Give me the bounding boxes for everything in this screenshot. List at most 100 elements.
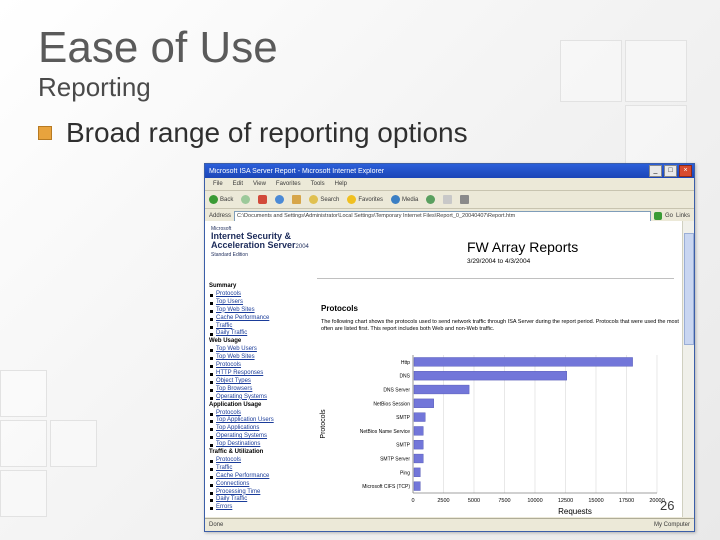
chart-x-tick-label: 0 (411, 498, 414, 504)
report-date: 3/29/2004 to 4/3/2004 (467, 258, 531, 265)
page-number: 26 (660, 498, 675, 513)
nav-section-title: Summary (209, 283, 237, 289)
nav-link[interactable]: Traffic (209, 465, 309, 473)
close-icon[interactable]: × (679, 165, 692, 177)
nav-link[interactable]: Errors (209, 504, 309, 512)
bullet-square-icon (38, 126, 52, 140)
menu-file[interactable]: File (213, 181, 223, 187)
mail-icon (443, 195, 453, 204)
protocols-bar-chart: 0 2500 5000 7500 10000 12500 15000 17500 20000Ht… (320, 355, 665, 516)
media-button[interactable]: Media (391, 195, 418, 204)
logo-line2-row: Acceleration Server2004 (211, 241, 309, 252)
nav-link[interactable]: Top Browsers (209, 386, 309, 394)
chart-category-label: Microsoft CIFS (TCP) (362, 484, 410, 490)
menu-tools[interactable]: Tools (311, 181, 325, 187)
chart-bar (413, 384, 470, 395)
vertical-scrollbar[interactable] (682, 221, 694, 517)
chart-bar (413, 453, 424, 464)
nav-section-title: Traffic & Utilization (209, 449, 264, 456)
nav-link[interactable]: Protocols (209, 362, 309, 370)
go-button[interactable]: Go (665, 213, 673, 219)
menu-help[interactable]: Help (335, 181, 347, 187)
chart-x-tick-label: 7500 (498, 498, 510, 504)
report-page: Microsoft Internet Security & Accelerati… (205, 221, 682, 517)
bg-square (0, 370, 47, 417)
menu-edit[interactable]: Edit (233, 181, 243, 187)
chart-bar (413, 467, 421, 477)
window-titlebar[interactable]: Microsoft ISA Server Report - Microsoft … (205, 164, 694, 178)
back-arrow-icon (209, 195, 218, 204)
refresh-button[interactable] (275, 195, 285, 204)
menu-view[interactable]: View (253, 181, 266, 187)
nav-link[interactable]: Processing Time (209, 489, 309, 497)
chart-x-tick-label: 15000 (588, 498, 603, 504)
nav-link[interactable]: HTTP Responses (209, 370, 309, 378)
chart-category-label: SMTP (396, 443, 411, 449)
nav-link[interactable]: Operating Systems (209, 394, 309, 402)
refresh-icon (275, 195, 285, 204)
mail-button[interactable] (443, 195, 453, 204)
nav-link[interactable]: Top Users (209, 299, 309, 307)
nav-link[interactable]: Operating Systems (209, 433, 309, 441)
nav-link[interactable]: Daily Traffic (209, 330, 309, 338)
media-icon (391, 195, 401, 204)
home-button[interactable] (292, 195, 302, 204)
nav-link[interactable]: Top Applications (209, 425, 309, 433)
chart-x-tick-label: 5000 (468, 498, 480, 504)
minimize-icon[interactable]: _ (649, 165, 662, 177)
section-title: Protocols (321, 304, 358, 313)
search-button[interactable]: Search (309, 195, 339, 204)
maximize-icon[interactable]: □ (664, 165, 677, 177)
chart-x-tick-label: 17500 (619, 498, 634, 504)
favorites-button[interactable]: Favorites (347, 195, 383, 204)
nav-link[interactable]: Object Types (209, 378, 309, 386)
chart-bar (413, 440, 424, 450)
forward-button[interactable] (241, 195, 251, 204)
history-button[interactable] (426, 195, 436, 204)
scrollbar-thumb[interactable] (684, 233, 694, 345)
menu-favorites[interactable]: Favorites (276, 181, 301, 187)
logo-edition: Standard Edition (211, 252, 248, 258)
back-button[interactable]: Back (209, 195, 233, 204)
nav-link[interactable]: Protocols (209, 410, 309, 418)
go-arrow-icon[interactable] (653, 212, 662, 220)
logo-year: 2004 (295, 244, 309, 250)
chart-category-label: NetBios Name Service (360, 429, 411, 435)
favorites-label: Favorites (358, 196, 384, 203)
isa-logo: Microsoft Internet Security & Accelerati… (211, 226, 309, 258)
chart-bar (413, 481, 421, 491)
print-button[interactable] (460, 195, 470, 204)
nav-link[interactable]: Top Web Users (209, 346, 309, 354)
address-input[interactable]: C:\Documents and Settings\Administrator\… (234, 210, 651, 222)
nav-link[interactable]: Connections (209, 481, 309, 489)
chart-x-tick-label: 2500 (437, 498, 449, 504)
links-button[interactable]: Links (676, 213, 694, 219)
nav-link[interactable]: Protocols (209, 457, 309, 465)
nav-link[interactable]: Top Application Users (209, 417, 309, 425)
header-divider (317, 278, 674, 279)
nav-link[interactable]: Protocols (209, 291, 309, 299)
bg-square (0, 420, 47, 467)
chart-bar (413, 412, 426, 422)
chart-x-tick-label: 10000 (527, 498, 542, 504)
chart-bar (413, 398, 434, 408)
bg-square (0, 470, 47, 517)
bg-square (625, 40, 687, 102)
nav-link[interactable]: Top Destinations (209, 441, 309, 449)
chart-x-axis-title: Requests (558, 507, 592, 516)
toolbar: Back Search Favorites Media (205, 191, 694, 209)
nav-link[interactable]: Top Web Sites (209, 354, 309, 362)
browser-window: Microsoft ISA Server Report - Microsoft … (204, 163, 695, 532)
nav-link[interactable]: Cache Performance (209, 473, 309, 481)
nav-link[interactable]: Top Web Sites (209, 307, 309, 315)
nav-link[interactable]: Traffic (209, 323, 309, 331)
nav-link[interactable]: Daily Traffic (209, 496, 309, 504)
stop-icon (258, 195, 268, 204)
chart-category-label: SMTP (396, 415, 411, 421)
stop-button[interactable] (258, 195, 268, 204)
nav-link[interactable]: Cache Performance (209, 315, 309, 323)
forward-arrow-icon (241, 195, 251, 204)
star-icon (347, 195, 357, 204)
slide-title: Ease of Use (38, 23, 278, 72)
chart-bar (413, 426, 424, 436)
